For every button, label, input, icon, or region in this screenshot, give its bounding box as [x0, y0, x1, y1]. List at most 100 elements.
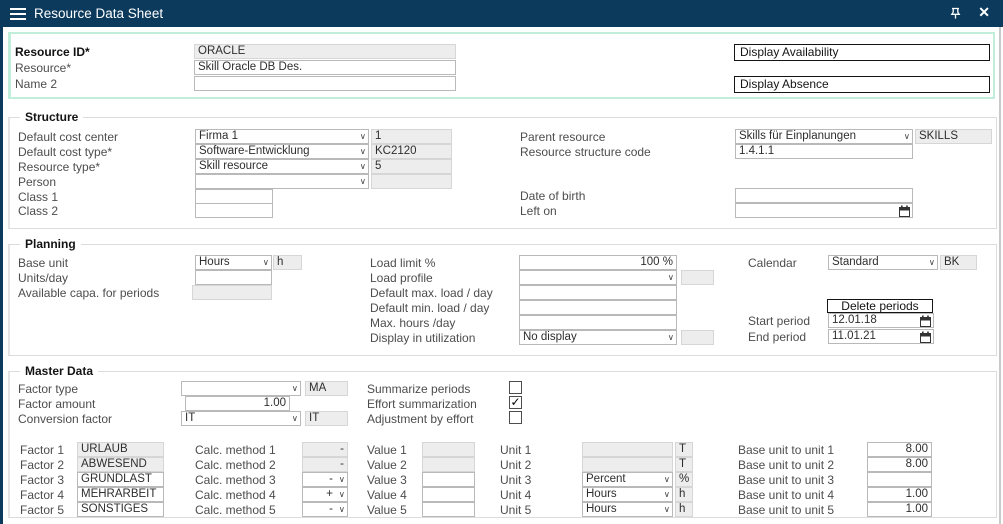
resource-name-field[interactable]: Skill Oracle DB Des. [194, 60, 456, 75]
end-period-field[interactable]: 11.01.21 [828, 329, 934, 344]
base-unit5-field[interactable]: 1.00 [867, 502, 932, 517]
base-unit1-field[interactable]: 8.00 [867, 442, 932, 457]
summarize-periods-checkbox[interactable] [509, 381, 522, 394]
display-in-utilization-select[interactable]: No display ∨ [519, 330, 677, 345]
resource-type-select[interactable]: Skill resource ∨ [195, 159, 369, 174]
calendar-select[interactable]: Standard ∨ [828, 255, 938, 270]
class2-label: Class 2 [18, 204, 58, 218]
display-in-utilization-code [681, 330, 714, 345]
value5-field[interactable] [422, 502, 475, 517]
factor2-field: ABWESEND [77, 457, 164, 472]
load-limit-field[interactable]: 100 % [519, 255, 677, 270]
selected-value: Hours [586, 488, 617, 500]
factor4-field[interactable]: MEHRARBEIT [77, 487, 164, 502]
conversion-factor-select[interactable]: IT ∨ [181, 411, 301, 426]
structure-legend: Structure [20, 110, 83, 125]
base-unit3-label: Base unit to unit 3 [738, 473, 834, 487]
chevron-down-icon: ∨ [360, 146, 366, 157]
base-unit-label: Base unit [18, 256, 68, 270]
unit3-select[interactable]: Percent ∨ [582, 472, 673, 487]
selected-value: No display [523, 331, 577, 343]
display-availability-button[interactable]: Display Availability [734, 44, 990, 61]
menu-icon[interactable] [10, 8, 26, 20]
date-of-birth-field[interactable] [735, 188, 913, 203]
chevron-down-icon: ∨ [360, 131, 366, 142]
unit4-select[interactable]: Hours ∨ [582, 487, 673, 502]
close-icon[interactable]: ✕ [978, 4, 990, 21]
base-unit3-field[interactable] [867, 472, 932, 487]
units-day-field[interactable] [195, 270, 272, 285]
person-select[interactable]: ∨ [195, 174, 369, 189]
calc-method3-label: Calc. method 3 [195, 473, 276, 487]
conversion-factor-label: Conversion factor [18, 412, 112, 426]
value3-field[interactable] [422, 472, 475, 487]
calendar-icon[interactable] [920, 331, 931, 343]
calc-method2-label: Calc. method 2 [195, 458, 276, 472]
resource-structure-code-field[interactable]: 1.4.1.1 [735, 144, 913, 159]
selected-value: Standard [832, 256, 879, 268]
default-cost-center-select[interactable]: Firma 1 ∨ [195, 129, 369, 144]
left-on-field[interactable] [735, 203, 913, 218]
max-hours-day-field[interactable] [519, 315, 677, 330]
delete-periods-button[interactable]: Delete periods [827, 299, 933, 313]
load-limit-label: Load limit % [370, 256, 435, 270]
value4-field[interactable] [422, 487, 475, 502]
load-profile-select[interactable]: ∨ [519, 270, 677, 285]
adjustment-by-effort-checkbox[interactable] [509, 411, 522, 424]
unit5-select[interactable]: Hours ∨ [582, 502, 673, 517]
adjustment-by-effort-label: Adjustment by effort [367, 412, 474, 426]
value1-field [422, 442, 475, 457]
factor5-field[interactable]: SONSTIGES [77, 502, 164, 517]
calendar-icon[interactable] [920, 315, 931, 327]
left-on-label: Left on [520, 204, 557, 218]
calc-method4-select[interactable]: + ∨ [302, 487, 348, 502]
selected-value: Software-Entwicklung [199, 145, 310, 157]
chevron-down-icon: ∨ [664, 504, 670, 515]
class2-field[interactable] [195, 203, 273, 218]
calendar-icon[interactable] [899, 205, 910, 217]
calc-method3-select[interactable]: - ∨ [302, 472, 348, 487]
resource-id-field: ORACLE [194, 44, 456, 59]
parent-resource-select[interactable]: Skills für Einplanungen ∨ [735, 129, 913, 144]
base-unit2-label: Base unit to unit 2 [738, 458, 834, 472]
chevron-down-icon: ∨ [339, 474, 345, 485]
factor3-field[interactable]: GRUNDLAST [77, 472, 164, 487]
calc-method5-select[interactable]: - ∨ [302, 502, 348, 517]
factor5-label: Factor 5 [20, 503, 64, 517]
factor-amount-label: Factor amount [18, 397, 95, 411]
resource-data-sheet-window: Resource Data Sheet ✕ Resource ID* Resou… [0, 0, 1003, 524]
class1-field[interactable] [195, 189, 273, 204]
effort-summarization-label: Effort summarization [367, 397, 477, 411]
factor4-label: Factor 4 [20, 488, 64, 502]
calc-method4-label: Calc. method 4 [195, 488, 276, 502]
base-unit4-field[interactable]: 1.00 [867, 487, 932, 502]
selected-value: Skill resource [199, 160, 268, 172]
base-unit-select[interactable]: Hours ∨ [195, 255, 272, 270]
factor1-label: Factor 1 [20, 443, 64, 457]
default-min-load-field[interactable] [519, 300, 677, 315]
resource-structure-code-label: Resource structure code [520, 145, 651, 159]
calendar-code: BK [940, 255, 977, 270]
unit5-label: Unit 5 [500, 503, 531, 517]
effort-summarization-checkbox[interactable]: ✓ [509, 396, 522, 409]
factor-type-code: MA [305, 381, 348, 396]
start-period-field[interactable]: 12.01.18 [828, 313, 934, 328]
factor-type-select[interactable]: ∨ [181, 381, 301, 396]
default-max-load-field[interactable] [519, 285, 677, 300]
pin-icon[interactable] [948, 6, 963, 21]
factor-amount-field[interactable]: 1.00 [185, 396, 290, 411]
default-cost-type-code: KC2120 [371, 144, 452, 159]
display-absence-button[interactable]: Display Absence [734, 76, 990, 93]
selected-value: IT [185, 412, 195, 424]
calendar-label: Calendar [748, 256, 797, 270]
value5-label: Value 5 [367, 503, 407, 517]
chevron-down-icon: ∨ [668, 332, 674, 343]
left-accent-bar [0, 27, 3, 524]
calc-method1-field: - [302, 442, 348, 457]
base-unit2-field[interactable]: 8.00 [867, 457, 932, 472]
name2-field[interactable] [194, 76, 456, 91]
chevron-down-icon: ∨ [360, 161, 366, 172]
chevron-down-icon: ∨ [263, 257, 269, 268]
selected-value: Hours [199, 256, 230, 268]
default-cost-type-select[interactable]: Software-Entwicklung ∨ [195, 144, 369, 159]
